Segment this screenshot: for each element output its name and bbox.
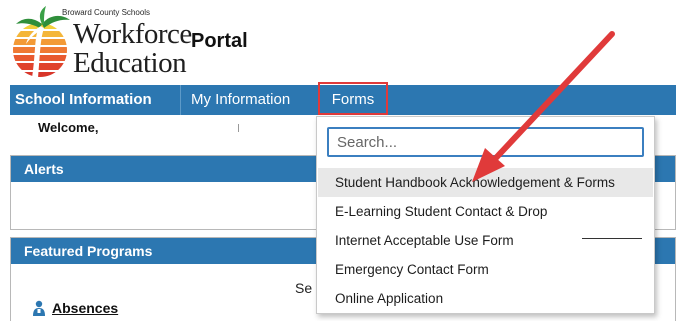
partial-content-text: Se [295,280,313,296]
absences-link[interactable]: Absences [32,300,118,316]
portal-page: Broward County Schools Workforce Educati… [0,0,676,321]
nav-school-information[interactable]: School Information [15,85,152,115]
cursor-mark [238,124,239,132]
logo-line-education: Education [73,47,187,79]
absences-label: Absences [52,300,119,316]
forms-dropdown-menu: Student Handbook Acknowledgement & Forms… [316,116,655,314]
menu-item-student-handbook[interactable]: Student Handbook Acknowledgement & Forms [318,168,653,197]
menu-item-online-application[interactable]: Online Application [318,284,653,313]
person-icon [33,300,45,316]
annotation-underline [582,238,642,239]
nav-divider [180,85,181,115]
menu-item-internet-acceptable-use[interactable]: Internet Acceptable Use Form [318,226,653,255]
logo-org-text: Broward County Schools [62,8,151,17]
forms-search-input[interactable] [327,127,644,157]
logo-line-workforce: Workforce [73,18,192,50]
welcome-text: Welcome, [38,120,99,135]
menu-item-emergency-contact[interactable]: Emergency Contact Form [318,255,653,284]
portal-title: Portal [191,30,248,52]
main-navbar: School Information My Information Forms [10,82,676,115]
workforce-education-logo[interactable]: Broward County Schools Workforce Educati… [10,4,192,80]
menu-item-elearning-contact-drop[interactable]: E-Learning Student Contact & Drop [318,197,653,226]
nav-forms[interactable]: Forms [318,82,388,115]
nav-my-information[interactable]: My Information [191,85,290,115]
